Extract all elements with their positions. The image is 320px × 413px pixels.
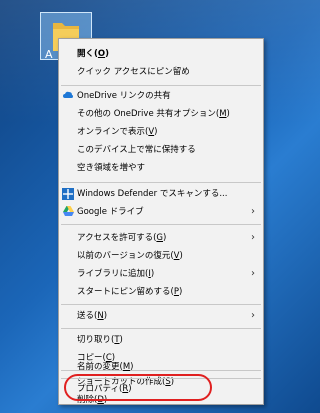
menu-item-keep-on-device[interactable]: このデバイス上で常に保持する	[59, 141, 263, 159]
menu-item-defender-scan[interactable]: Windows Defender でスキャンする...	[59, 185, 263, 203]
menu-item-cut[interactable]: 切り取り(T)	[59, 331, 263, 349]
submenu-arrow-icon: ›	[251, 206, 255, 217]
menu-item-add-to-library[interactable]: ライブラリに追加(I) ›	[59, 265, 263, 283]
menu-separator	[61, 224, 261, 225]
menu-item-onedrive-options[interactable]: その他の OneDrive 共有オプション(M)	[59, 105, 263, 123]
menu-separator	[61, 328, 261, 329]
menu-item-restore-versions[interactable]: 以前のバージョンの復元(V)	[59, 247, 263, 265]
menu-item-onedrive-share[interactable]: OneDrive リンクの共有	[59, 87, 263, 105]
menu-separator	[61, 304, 261, 305]
menu-item-show-online[interactable]: オンラインで表示(V)	[59, 123, 263, 141]
menu-separator	[61, 85, 261, 86]
context-menu: 開く(O) クイック アクセスにピン留め OneDrive リンクの共有 その他…	[58, 38, 264, 405]
menu-item-google-drive[interactable]: Google ドライブ ›	[59, 203, 263, 221]
google-drive-icon	[63, 206, 74, 216]
folder-label: A	[45, 48, 53, 61]
submenu-arrow-icon: ›	[251, 232, 255, 243]
menu-item-send-to[interactable]: 送る(N) ›	[59, 307, 263, 325]
menu-item-pin-start[interactable]: スタートにピン留めする(P)	[59, 283, 263, 301]
menu-item-free-space[interactable]: 空き領域を増やす	[59, 159, 263, 177]
menu-separator	[61, 182, 261, 183]
submenu-arrow-icon: ›	[251, 268, 255, 279]
properties-highlight-ring	[64, 374, 212, 401]
menu-item-give-access[interactable]: アクセスを許可する(G) ›	[59, 229, 263, 247]
menu-item-pin-quick-access[interactable]: クイック アクセスにピン留め	[59, 63, 263, 81]
onedrive-cloud-icon	[63, 91, 73, 98]
menu-item-open[interactable]: 開く(O)	[59, 45, 263, 63]
submenu-arrow-icon: ›	[251, 310, 255, 321]
windows-defender-icon	[62, 188, 74, 200]
